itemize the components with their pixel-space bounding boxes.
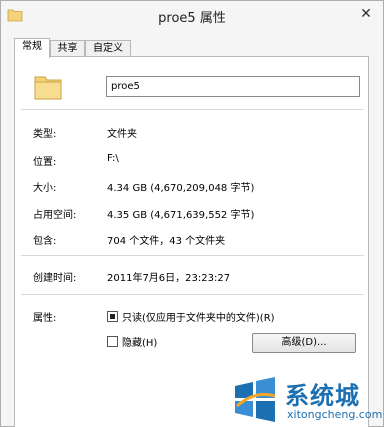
contains-label: 包含:	[33, 236, 57, 247]
window-title: proe5 属性	[158, 11, 226, 26]
type-value: 文件夹	[107, 129, 137, 140]
watermark: 系统城 xitongcheng.com	[229, 372, 384, 427]
contains-value: 704 个文件，43 个文件夹	[107, 236, 226, 247]
tab-sharing[interactable]: 共享	[50, 40, 85, 57]
folder-name-input[interactable]: proe5	[106, 76, 360, 97]
xitongcheng-logo-icon	[235, 377, 276, 422]
watermark-name-cn: 系统城	[285, 382, 360, 410]
type-label: 类型:	[33, 129, 57, 140]
advanced-button[interactable]: 高级(D)...	[252, 333, 356, 353]
separator	[21, 294, 364, 295]
size-value: 4.34 GB (4,670,209,048 字节)	[107, 183, 255, 194]
location-label: 位置:	[33, 157, 57, 168]
readonly-label[interactable]: 只读(仅应用于文件夹中的文件)(R)	[122, 309, 275, 324]
created-value: 2011年7月6日，23:23:27	[107, 273, 231, 284]
hidden-checkbox[interactable]	[107, 336, 118, 347]
created-label: 创建时间:	[33, 273, 77, 284]
separator	[21, 255, 364, 256]
tab-general[interactable]: 常规	[14, 38, 50, 58]
folder-icon	[34, 76, 62, 100]
size-on-disk-value: 4.35 GB (4,671,639,552 字节)	[107, 210, 255, 221]
readonly-checkbox[interactable]	[107, 311, 118, 322]
close-button[interactable]: ✕	[355, 4, 377, 24]
separator	[21, 109, 364, 110]
tab-customize[interactable]: 自定义	[85, 40, 131, 57]
watermark-name-en: xitongcheng.com	[287, 408, 383, 421]
size-label: 大小:	[33, 183, 57, 194]
size-on-disk-label: 占用空间:	[33, 210, 77, 221]
properties-dialog: proe5 属性 ✕ 常规 共享 自定义 proe5 类型: 文件夹 位置: F…	[0, 0, 384, 427]
location-value: F:\	[107, 153, 119, 164]
attributes-label: 属性:	[33, 313, 57, 324]
hidden-label[interactable]: 隐藏(H)	[122, 334, 157, 349]
title-bar[interactable]: proe5 属性 ✕	[1, 1, 383, 31]
